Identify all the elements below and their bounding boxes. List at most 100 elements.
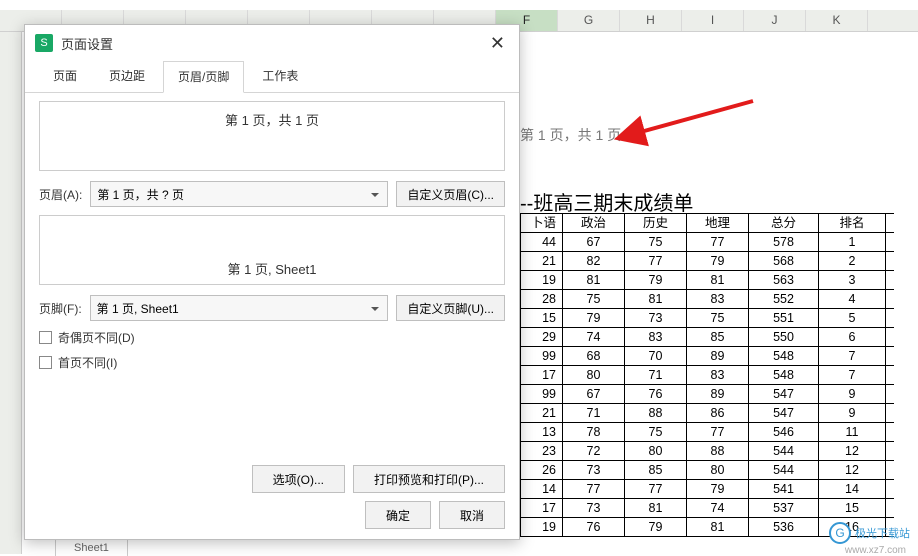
table-cell[interactable]: 78 bbox=[563, 423, 625, 442]
ok-button[interactable]: 确定 bbox=[365, 501, 431, 529]
close-icon[interactable]: ✕ bbox=[486, 33, 509, 54]
table-cell[interactable]: 536 bbox=[749, 518, 819, 537]
table-cell[interactable]: 79 bbox=[687, 480, 749, 499]
table-cell[interactable]: 83 bbox=[625, 328, 687, 347]
table-cell[interactable]: 79 bbox=[625, 271, 687, 290]
table-cell[interactable]: 79 bbox=[625, 518, 687, 537]
table-cell[interactable]: 73 bbox=[563, 461, 625, 480]
table-cell[interactable]: 81 bbox=[687, 271, 749, 290]
table-row[interactable]: 2372808854412 bbox=[521, 442, 894, 461]
table-row[interactable]: 996870895487 bbox=[521, 347, 894, 366]
table-cell[interactable]: 15 bbox=[819, 499, 886, 518]
table-cell[interactable]: 17 bbox=[521, 499, 563, 518]
table-cell[interactable]: 5 bbox=[819, 309, 886, 328]
table-cell[interactable]: 73 bbox=[625, 309, 687, 328]
table-cell[interactable]: 81 bbox=[563, 271, 625, 290]
table-cell[interactable]: 73 bbox=[563, 499, 625, 518]
table-cell[interactable]: 67 bbox=[563, 385, 625, 404]
table-cell[interactable]: 85 bbox=[687, 328, 749, 347]
table-cell[interactable]: 74 bbox=[563, 328, 625, 347]
table-cell[interactable]: 9 bbox=[819, 404, 886, 423]
header-combo[interactable]: 第 1 页，共 ? 页 bbox=[90, 181, 388, 207]
table-cell[interactable]: 75 bbox=[625, 423, 687, 442]
table-cell[interactable]: 11 bbox=[819, 423, 886, 442]
table-cell[interactable]: 75 bbox=[687, 309, 749, 328]
table-cell[interactable]: 9 bbox=[819, 385, 886, 404]
table-cell[interactable]: 14 bbox=[521, 480, 563, 499]
table-cell[interactable]: 77 bbox=[687, 233, 749, 252]
table-cell[interactable]: 85 bbox=[625, 461, 687, 480]
table-cell[interactable]: 537 bbox=[749, 499, 819, 518]
table-row[interactable]: 1773817453715 bbox=[521, 499, 894, 518]
table-cell[interactable]: 79 bbox=[563, 309, 625, 328]
odd-even-checkbox[interactable] bbox=[39, 331, 52, 344]
first-page-checkbox[interactable] bbox=[39, 356, 52, 369]
table-row[interactable]: 178071835487 bbox=[521, 366, 894, 385]
table-cell[interactable]: 548 bbox=[749, 347, 819, 366]
table-row[interactable]: 1477777954114 bbox=[521, 480, 894, 499]
table-cell[interactable]: 83 bbox=[687, 366, 749, 385]
table-cell[interactable]: 550 bbox=[749, 328, 819, 347]
print-preview-button[interactable]: 打印预览和打印(P)... bbox=[353, 465, 505, 493]
column-header[interactable]: K bbox=[806, 10, 868, 31]
sheet-tab[interactable]: Sheet1 bbox=[55, 539, 128, 556]
table-cell[interactable]: 563 bbox=[749, 271, 819, 290]
column-header[interactable]: H bbox=[620, 10, 682, 31]
table-cell[interactable]: 77 bbox=[563, 480, 625, 499]
table-row[interactable]: 198179815633 bbox=[521, 271, 894, 290]
table-cell[interactable]: 75 bbox=[625, 233, 687, 252]
table-cell[interactable]: 81 bbox=[625, 290, 687, 309]
table-cell[interactable]: 74 bbox=[687, 499, 749, 518]
table-cell[interactable]: 80 bbox=[625, 442, 687, 461]
column-header[interactable]: J bbox=[744, 10, 806, 31]
table-cell[interactable]: 547 bbox=[749, 385, 819, 404]
dialog-tab[interactable]: 页眉/页脚 bbox=[163, 61, 244, 93]
custom-footer-button[interactable]: 自定义页脚(U)... bbox=[396, 295, 505, 321]
table-row[interactable]: 446775775781 bbox=[521, 233, 894, 252]
table-cell[interactable]: 71 bbox=[563, 404, 625, 423]
table-cell[interactable]: 80 bbox=[563, 366, 625, 385]
table-cell[interactable]: 86 bbox=[687, 404, 749, 423]
table-row[interactable]: 157973755515 bbox=[521, 309, 894, 328]
column-header[interactable]: G bbox=[558, 10, 620, 31]
table-cell[interactable]: 21 bbox=[521, 404, 563, 423]
table-cell[interactable]: 81 bbox=[625, 499, 687, 518]
table-cell[interactable]: 578 bbox=[749, 233, 819, 252]
dialog-tab[interactable]: 页面 bbox=[39, 61, 91, 92]
table-cell[interactable]: 81 bbox=[687, 518, 749, 537]
table-cell[interactable]: 15 bbox=[521, 309, 563, 328]
table-cell[interactable]: 77 bbox=[625, 480, 687, 499]
column-header[interactable]: I bbox=[682, 10, 744, 31]
table-row[interactable]: 218277795682 bbox=[521, 252, 894, 271]
table-cell[interactable]: 3 bbox=[819, 271, 886, 290]
table-row[interactable]: 217188865479 bbox=[521, 404, 894, 423]
table-cell[interactable]: 77 bbox=[625, 252, 687, 271]
dialog-tab[interactable]: 工作表 bbox=[248, 61, 312, 92]
dialog-tab[interactable]: 页边距 bbox=[95, 61, 159, 92]
table-cell[interactable]: 88 bbox=[687, 442, 749, 461]
table-cell[interactable]: 541 bbox=[749, 480, 819, 499]
table-cell[interactable]: 77 bbox=[687, 423, 749, 442]
table-cell[interactable]: 551 bbox=[749, 309, 819, 328]
table-cell[interactable]: 12 bbox=[819, 442, 886, 461]
table-cell[interactable]: 548 bbox=[749, 366, 819, 385]
custom-header-button[interactable]: 自定义页眉(C)... bbox=[396, 181, 505, 207]
table-cell[interactable]: 23 bbox=[521, 442, 563, 461]
table-cell[interactable]: 544 bbox=[749, 442, 819, 461]
table-cell[interactable]: 568 bbox=[749, 252, 819, 271]
table-cell[interactable]: 19 bbox=[521, 518, 563, 537]
table-cell[interactable]: 28 bbox=[521, 290, 563, 309]
table-cell[interactable]: 99 bbox=[521, 347, 563, 366]
table-row[interactable]: 1378757754611 bbox=[521, 423, 894, 442]
table-cell[interactable]: 12 bbox=[819, 461, 886, 480]
table-cell[interactable]: 13 bbox=[521, 423, 563, 442]
table-row[interactable]: 287581835524 bbox=[521, 290, 894, 309]
table-cell[interactable]: 17 bbox=[521, 366, 563, 385]
table-cell[interactable]: 99 bbox=[521, 385, 563, 404]
table-cell[interactable]: 71 bbox=[625, 366, 687, 385]
table-cell[interactable]: 2 bbox=[819, 252, 886, 271]
table-row[interactable]: 297483855506 bbox=[521, 328, 894, 347]
options-button[interactable]: 选项(O)... bbox=[252, 465, 345, 493]
table-cell[interactable]: 89 bbox=[687, 347, 749, 366]
table-cell[interactable]: 4 bbox=[819, 290, 886, 309]
